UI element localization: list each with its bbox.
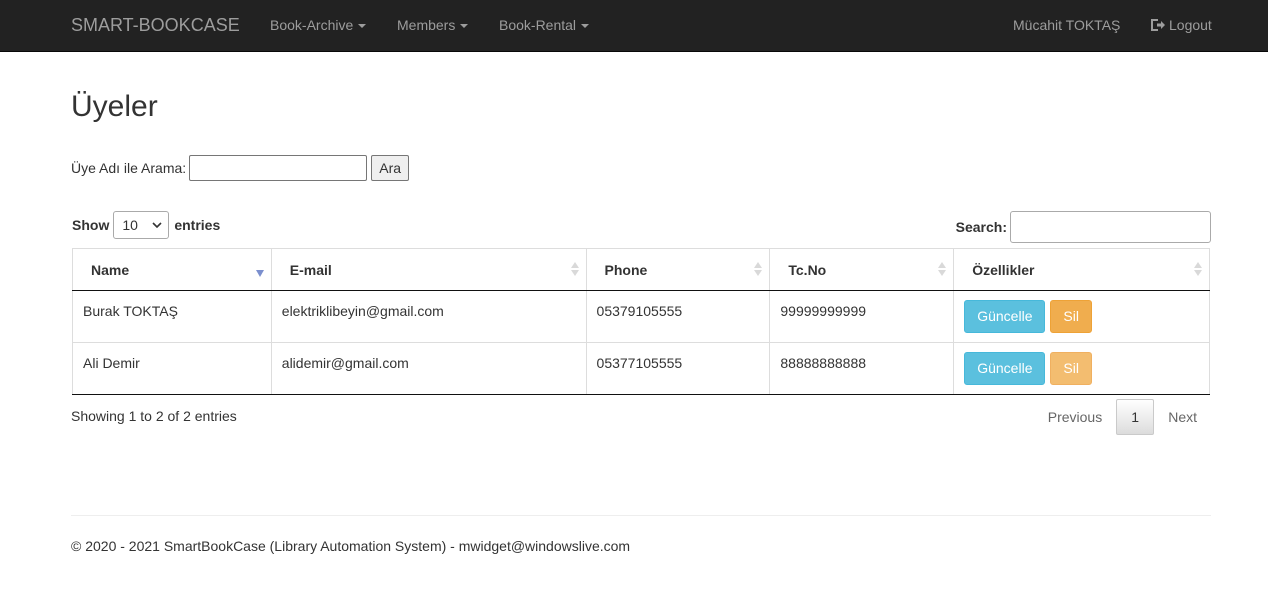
column-header-label: Phone xyxy=(604,261,648,278)
page-button-current[interactable]: 1 xyxy=(1116,399,1155,435)
member-search-input[interactable] xyxy=(189,155,368,181)
table-filter: Search: xyxy=(956,211,1211,243)
cell-email: alidemir@gmail.com xyxy=(270,342,587,395)
sort-icon xyxy=(1194,262,1202,278)
entries-select-value: 10 xyxy=(122,217,138,233)
top-navbar: SMART-BOOKCASE Book-Archive Members Book… xyxy=(0,0,1268,52)
entries-label: entries xyxy=(174,217,221,233)
table-header-row: Name E-mail Phone Tc.No Özellikler xyxy=(72,248,1210,291)
column-header-tcno[interactable]: Tc.No xyxy=(769,248,955,291)
update-button[interactable]: Güncelle xyxy=(964,300,1046,333)
table-info: Showing 1 to 2 of 2 entries xyxy=(71,408,237,424)
column-header-features[interactable]: Özellikler xyxy=(953,248,1210,291)
caret-down-icon xyxy=(581,24,590,29)
column-header-label: Tc.No xyxy=(788,261,827,278)
table-row: Ali Demir alidemir@gmail.com 05377105555… xyxy=(72,342,1210,395)
column-header-label: E-mail xyxy=(289,261,332,278)
column-header-label: Name xyxy=(91,261,130,278)
footer-text: © 2020 - 2021 SmartBookCase (Library Aut… xyxy=(71,538,631,554)
nav-book-rental[interactable]: Book-Rental xyxy=(499,17,590,33)
caret-down-icon xyxy=(358,24,367,29)
nav-book-archive[interactable]: Book-Archive xyxy=(270,17,367,33)
nav-logout[interactable]: Logout xyxy=(1150,17,1212,33)
cell-tcno: 88888888888 xyxy=(769,342,955,395)
nav-book-archive-label: Book-Archive xyxy=(270,17,354,33)
cell-tcno: 99999999999 xyxy=(769,290,955,343)
filter-label: Search: xyxy=(955,219,1007,235)
cell-email: elektriklibeyin@gmail.com xyxy=(270,290,587,343)
cell-name: Ali Demir xyxy=(72,342,272,395)
brand-link[interactable]: SMART-BOOKCASE xyxy=(71,15,240,36)
show-label: Show xyxy=(72,217,110,233)
logout-icon xyxy=(1151,19,1165,31)
pagination: Previous 1 Next xyxy=(1034,399,1211,435)
sort-icon xyxy=(938,262,947,278)
previous-button[interactable]: Previous xyxy=(1034,409,1116,425)
cell-phone: 05379105555 xyxy=(585,290,771,343)
delete-button[interactable]: Sil xyxy=(1050,352,1092,385)
footer-divider xyxy=(71,515,1211,516)
nav-members-label: Members xyxy=(397,17,456,33)
sort-icon xyxy=(570,262,579,278)
entries-length: Show 10 entries xyxy=(72,211,220,239)
entries-select[interactable]: 10 xyxy=(113,211,170,239)
update-button[interactable]: Güncelle xyxy=(964,352,1046,385)
chevron-down-icon xyxy=(152,222,162,228)
member-search-form: Üye Adı ile Arama: Ara xyxy=(71,155,410,181)
nav-user[interactable]: Mücahit TOKTAŞ xyxy=(1013,17,1120,33)
caret-down-icon xyxy=(460,24,469,29)
sort-desc-icon xyxy=(255,270,264,277)
table-search-input[interactable] xyxy=(1010,211,1211,243)
cell-actions: Güncelle Sil xyxy=(953,290,1210,343)
page-title: Üyeler xyxy=(71,90,158,123)
cell-name: Burak TOKTAŞ xyxy=(72,290,272,343)
nav-members[interactable]: Members xyxy=(397,17,469,33)
column-header-name[interactable]: Name xyxy=(72,248,272,291)
nav-book-rental-label: Book-Rental xyxy=(499,17,577,33)
delete-button[interactable]: Sil xyxy=(1050,300,1092,333)
member-search-label: Üye Adı ile Arama: xyxy=(71,160,187,176)
logout-label: Logout xyxy=(1169,17,1212,33)
column-header-label: Özellikler xyxy=(972,261,1035,278)
sort-icon xyxy=(754,262,763,278)
column-header-email[interactable]: E-mail xyxy=(270,248,587,291)
next-button[interactable]: Next xyxy=(1154,409,1211,425)
table-row: Burak TOKTAŞ elektriklibeyin@gmail.com 0… xyxy=(72,290,1210,343)
ara-button[interactable]: Ara xyxy=(371,155,410,181)
cell-actions: Güncelle Sil xyxy=(953,342,1210,395)
cell-phone: 05377105555 xyxy=(585,342,771,395)
members-table: Name E-mail Phone Tc.No Özellikler Burak… xyxy=(72,248,1210,395)
column-header-phone[interactable]: Phone xyxy=(585,248,771,291)
